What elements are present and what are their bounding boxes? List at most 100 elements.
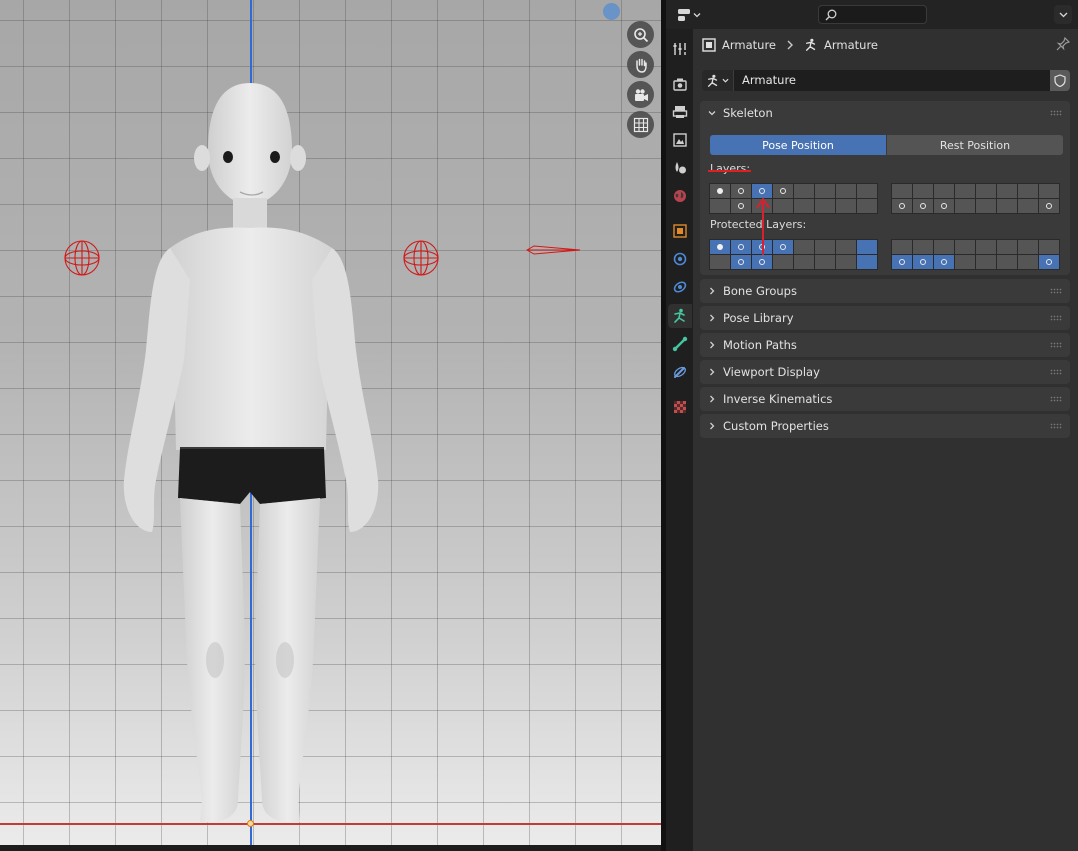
panel-header[interactable]: Inverse Kinematics	[700, 387, 1070, 411]
panel-header[interactable]: Pose Library	[700, 306, 1070, 330]
layer-toggle[interactable]	[976, 255, 996, 269]
layer-toggle[interactable]	[1039, 184, 1059, 198]
tab-physics[interactable]	[668, 247, 692, 271]
layer-toggle[interactable]	[934, 255, 954, 269]
pan-button[interactable]	[627, 51, 654, 78]
layer-toggle[interactable]	[836, 255, 856, 269]
layer-toggle[interactable]	[857, 255, 877, 269]
layer-toggle[interactable]	[913, 255, 933, 269]
layer-toggle[interactable]	[892, 240, 912, 254]
layer-toggle[interactable]	[731, 255, 751, 269]
layer-toggle[interactable]	[976, 184, 996, 198]
layer-toggle[interactable]	[710, 184, 730, 198]
layer-toggle[interactable]	[773, 255, 793, 269]
drag-grip-icon[interactable]	[1050, 110, 1062, 116]
tab-tool[interactable]	[668, 37, 692, 61]
layer-toggle[interactable]	[773, 240, 793, 254]
gizmo-z-handle[interactable]	[603, 3, 620, 20]
layer-toggle[interactable]	[710, 199, 730, 213]
layer-toggle[interactable]	[836, 184, 856, 198]
options-dropdown-button[interactable]	[1054, 5, 1072, 24]
tab-world[interactable]	[668, 184, 692, 208]
drag-grip-icon[interactable]	[1050, 369, 1062, 375]
layer-toggle[interactable]	[976, 199, 996, 213]
layer-toggle[interactable]	[710, 240, 730, 254]
rest-position-button[interactable]: Rest Position	[887, 135, 1063, 155]
layer-toggle[interactable]	[892, 199, 912, 213]
layer-toggle[interactable]	[1039, 240, 1059, 254]
tab-scene[interactable]	[668, 156, 692, 180]
layer-toggle[interactable]	[731, 184, 751, 198]
perspective-toggle-button[interactable]	[627, 111, 654, 138]
layer-toggle[interactable]	[913, 184, 933, 198]
bone-octahedral[interactable]	[526, 244, 582, 256]
tab-render[interactable]	[668, 72, 692, 96]
panel-header[interactable]: Custom Properties	[700, 414, 1070, 438]
tab-view-layer[interactable]	[668, 128, 692, 152]
layer-toggle[interactable]	[773, 199, 793, 213]
tab-bone[interactable]	[668, 332, 692, 356]
layer-toggle[interactable]	[955, 255, 975, 269]
tab-object[interactable]	[668, 219, 692, 243]
drag-grip-icon[interactable]	[1050, 342, 1062, 348]
drag-grip-icon[interactable]	[1050, 396, 1062, 402]
layer-toggle[interactable]	[997, 184, 1017, 198]
layer-toggle[interactable]	[955, 240, 975, 254]
layer-toggle[interactable]	[857, 199, 877, 213]
layer-toggle[interactable]	[892, 255, 912, 269]
datablock-browse-button[interactable]	[702, 70, 733, 91]
layer-toggle[interactable]	[794, 184, 814, 198]
tab-texture[interactable]	[668, 395, 692, 419]
drag-grip-icon[interactable]	[1050, 423, 1062, 429]
layer-toggle[interactable]	[836, 240, 856, 254]
layer-toggle[interactable]	[794, 199, 814, 213]
layer-toggle[interactable]	[913, 240, 933, 254]
layer-toggle[interactable]	[892, 184, 912, 198]
drag-grip-icon[interactable]	[1050, 315, 1062, 321]
editor-type-button[interactable]	[674, 5, 704, 25]
layer-toggle[interactable]	[997, 255, 1017, 269]
layer-toggle[interactable]	[794, 240, 814, 254]
layer-toggle[interactable]	[1039, 199, 1059, 213]
tab-armature-data[interactable]	[668, 304, 692, 328]
drag-grip-icon[interactable]	[1050, 288, 1062, 294]
layer-toggle[interactable]	[934, 240, 954, 254]
layer-toggle[interactable]	[1018, 199, 1038, 213]
layer-toggle[interactable]	[934, 184, 954, 198]
layer-toggle[interactable]	[934, 199, 954, 213]
layer-toggle[interactable]	[955, 184, 975, 198]
camera-view-button[interactable]	[627, 81, 654, 108]
layer-toggle[interactable]	[1018, 240, 1038, 254]
3d-viewport[interactable]	[0, 0, 661, 845]
panel-header[interactable]: Motion Paths	[700, 333, 1070, 357]
layer-toggle[interactable]	[815, 240, 835, 254]
zoom-button[interactable]	[627, 21, 654, 48]
fake-user-button[interactable]	[1050, 70, 1070, 91]
layer-toggle[interactable]	[773, 184, 793, 198]
panel-header[interactable]: Viewport Display	[700, 360, 1070, 384]
layer-toggle[interactable]	[857, 184, 877, 198]
layer-toggle[interactable]	[731, 199, 751, 213]
character-mesh[interactable]	[100, 80, 400, 830]
layer-toggle[interactable]	[815, 199, 835, 213]
layer-toggle[interactable]	[857, 240, 877, 254]
layer-toggle[interactable]	[997, 240, 1017, 254]
layer-toggle[interactable]	[955, 199, 975, 213]
search-field[interactable]	[818, 5, 927, 24]
layer-toggle[interactable]	[1039, 255, 1059, 269]
layer-toggle[interactable]	[976, 240, 996, 254]
layer-toggle[interactable]	[913, 199, 933, 213]
layer-toggle[interactable]	[710, 255, 730, 269]
pin-icon[interactable]	[1056, 37, 1070, 51]
bone-custom-shape-right[interactable]	[402, 239, 440, 277]
layer-toggle[interactable]	[1018, 255, 1038, 269]
tab-constraints[interactable]	[668, 275, 692, 299]
pose-position-button[interactable]: Pose Position	[710, 135, 886, 155]
datablock-name-field[interactable]: Armature	[733, 70, 1050, 91]
layer-toggle[interactable]	[752, 255, 772, 269]
layer-toggle[interactable]	[815, 184, 835, 198]
tab-output[interactable]	[668, 100, 692, 124]
layer-toggle[interactable]	[1018, 184, 1038, 198]
skeleton-panel-header[interactable]: Skeleton	[700, 101, 1070, 125]
tab-bone-constraints[interactable]	[668, 360, 692, 384]
